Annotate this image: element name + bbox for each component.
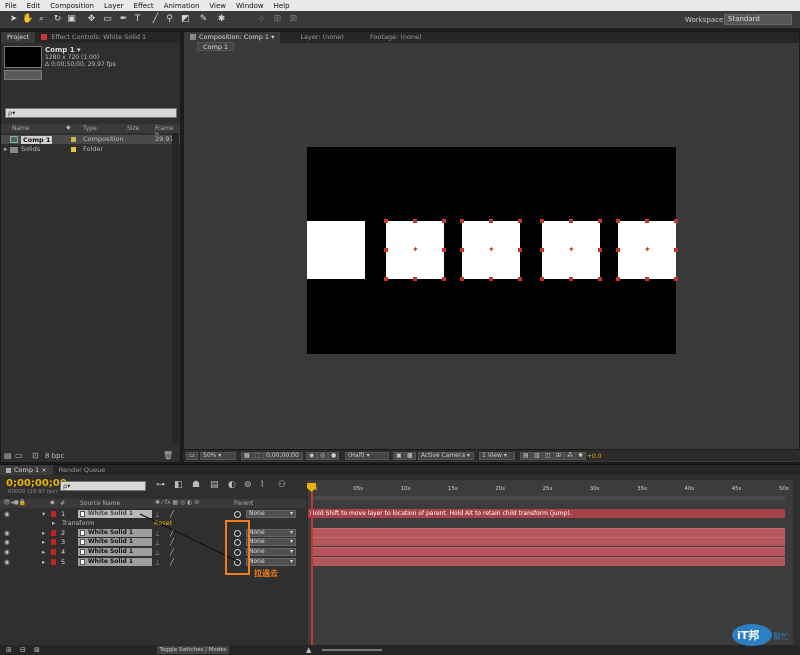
annotation-highlight-box — [225, 520, 250, 575]
svg-text:幫忙: 幫忙 — [773, 631, 789, 641]
annotation-text: 拉過去 — [254, 569, 278, 578]
zoom-out-icon[interactable]: ▲ — [306, 646, 311, 654]
toggle-switches-modes-button[interactable]: Toggle Switches / Modes — [157, 646, 229, 654]
zoom-slider[interactable] — [322, 649, 382, 651]
toggle-expand-icon[interactable]: ⊞ — [6, 646, 12, 654]
svg-text:iT邦: iT邦 — [737, 628, 759, 642]
ithome-watermark-logo: iT邦 幫忙 — [732, 624, 789, 646]
pickwhip-line — [139, 513, 238, 562]
toggle-stretch-icon[interactable]: ⊠ — [34, 646, 40, 654]
toggle-transfer-icon[interactable]: ⊟ — [20, 646, 26, 654]
timeline-bottom-bar: ⊞ ⊟ ⊠ ▲ — [0, 645, 800, 655]
